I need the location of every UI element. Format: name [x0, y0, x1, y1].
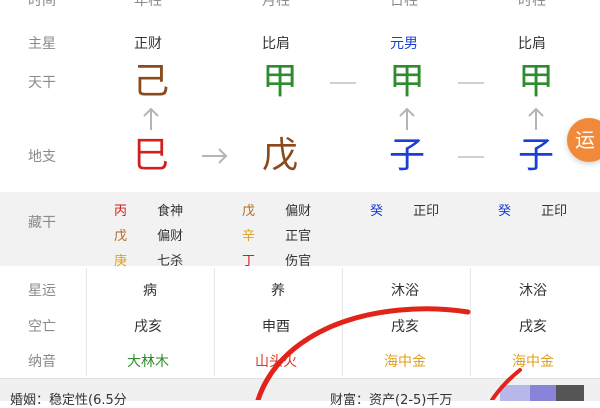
- zhuxing-year: 正财: [134, 36, 162, 52]
- canggan-item: 辛 正官: [242, 229, 312, 244]
- row-label-nayin: 纳音: [28, 354, 56, 370]
- arrow-up-icon: [528, 107, 544, 130]
- row-label-kongwang: 空亡: [28, 319, 56, 335]
- zhuxing-month: 比肩: [262, 36, 290, 52]
- zhuxing-day: 元男: [390, 36, 418, 52]
- nayin-year: 大林木: [127, 354, 169, 370]
- row-label-canggan: 藏干: [28, 215, 56, 231]
- grid-line: [470, 268, 471, 376]
- dizhi-month: 戊: [262, 135, 299, 176]
- kongwang-hour: 戌亥: [519, 319, 547, 335]
- row-label-zhuxing: 主星: [28, 36, 56, 52]
- xingyun-year: 病: [143, 283, 157, 299]
- dizhi-day: 子: [389, 135, 426, 176]
- canggan-item: 癸 正印: [370, 204, 440, 219]
- summary-tag-purple: [530, 385, 556, 401]
- header-year: 年柱: [134, 0, 162, 9]
- canggan-item: 丙 食神: [114, 204, 184, 219]
- header-day: 日柱: [390, 0, 418, 9]
- canggan-item: 丁 伤官: [242, 254, 312, 269]
- dizhi-link-day-hour: [458, 156, 484, 158]
- nayin-day: 海中金: [384, 354, 426, 370]
- tiangan-link-month-day: [330, 82, 356, 84]
- canggan-item: 癸 正印: [498, 204, 568, 219]
- row-label-dizhi: 地支: [28, 149, 56, 165]
- kongwang-year: 戌亥: [134, 319, 162, 335]
- dizhi-hour: 子: [518, 135, 555, 176]
- tiangan-month: 甲: [262, 61, 299, 102]
- summary-marriage: 婚姻：稳定性(6.5分: [10, 393, 127, 408]
- canggan-item: 戊 偏财: [114, 229, 184, 244]
- arrow-up-icon: [399, 107, 415, 130]
- summary-wealth: 财富：资产(2-5)千万: [330, 393, 453, 408]
- kongwang-month: 申酉: [262, 319, 290, 335]
- dizhi-year: 巳: [133, 135, 170, 176]
- tiangan-year: 己: [133, 61, 170, 102]
- xingyun-day: 沐浴: [391, 283, 419, 299]
- arrow-up-icon: [143, 107, 159, 130]
- arrow-right-icon: [202, 148, 228, 164]
- tiangan-link-day-hour: [458, 82, 484, 84]
- grid-line: [86, 268, 87, 376]
- summary-tag-dark: [556, 385, 584, 401]
- summary-bar: 婚姻：稳定性(6.5分 财富：资产(2-5)千万: [0, 378, 600, 408]
- grid-line: [214, 268, 215, 376]
- nayin-month: 山头火: [255, 354, 297, 370]
- summary-tag-lavender: [500, 385, 530, 401]
- xingyun-hour: 沐浴: [519, 283, 547, 299]
- kongwang-day: 戌亥: [391, 319, 419, 335]
- tiangan-hour: 甲: [518, 61, 555, 102]
- header-month: 月柱: [262, 0, 290, 9]
- row-label-xingyun: 星运: [28, 283, 56, 299]
- nayin-hour: 海中金: [512, 354, 554, 370]
- tiangan-day: 甲: [389, 61, 426, 102]
- canggan-item: 庚 七杀: [114, 254, 184, 269]
- canggan-item: 戊 偏财: [242, 204, 312, 219]
- yun-float-button[interactable]: 运: [567, 118, 600, 162]
- zhuxing-hour: 比肩: [518, 36, 546, 52]
- header-label: 时间: [28, 0, 56, 9]
- row-label-tiangan: 天干: [28, 75, 56, 91]
- grid-line: [342, 268, 343, 376]
- header-hour: 时柱: [518, 0, 546, 9]
- xingyun-month: 养: [271, 283, 285, 299]
